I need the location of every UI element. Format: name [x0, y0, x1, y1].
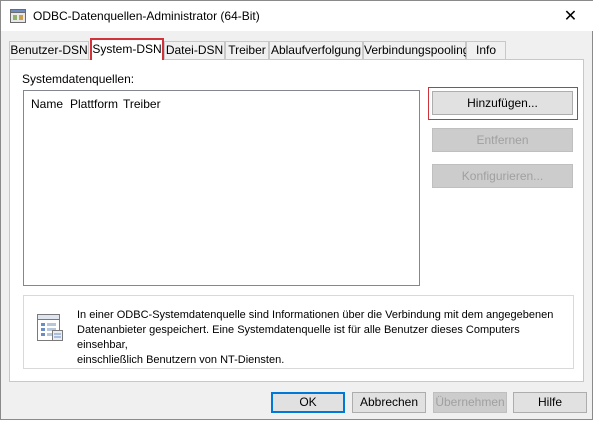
remove-button[interactable]: Entfernen — [432, 128, 573, 152]
cancel-button[interactable]: Abbrechen — [352, 392, 426, 413]
tab-datei-dsn[interactable]: Datei-DSN — [164, 41, 225, 59]
configure-button[interactable]: Konfigurieren... — [432, 164, 573, 188]
title-bar[interactable]: ODBC-Datenquellen-Administrator (64-Bit)… — [1, 1, 593, 31]
close-icon: ✕ — [563, 8, 578, 25]
database-document-icon — [37, 314, 63, 341]
column-header-treiber[interactable]: Treiber — [123, 97, 161, 111]
systemdatenquellen-label: Systemdatenquellen: — [22, 72, 135, 86]
info-line-2: Datenanbieter gespeichert. Eine Systemda… — [77, 324, 520, 351]
tab-ablaufverfolgung[interactable]: Ablaufverfolgung — [269, 41, 363, 59]
column-header-plattform[interactable]: Plattform — [70, 97, 118, 111]
column-header-name[interactable]: Name — [31, 97, 63, 111]
tab-info[interactable]: Info — [466, 41, 506, 59]
tab-treiber[interactable]: Treiber — [225, 41, 269, 59]
ok-button[interactable]: OK — [271, 392, 345, 413]
tab-verbindungspooling[interactable]: Verbindungspooling — [363, 41, 469, 59]
info-line-3: einschließlich Benutzern von NT-Diensten… — [77, 354, 285, 366]
odbc-admin-window: ODBC-Datenquellen-Administrator (64-Bit)… — [0, 0, 593, 420]
close-button[interactable]: ✕ — [548, 1, 593, 31]
add-button[interactable]: Hinzufügen... — [432, 91, 573, 115]
info-text: In einer ODBC-Systemdatenquelle sind Inf… — [77, 308, 567, 368]
tab-benutzer-dsn[interactable]: Benutzer-DSN — [9, 41, 89, 59]
tab-system-dsn[interactable]: System-DSN — [90, 38, 164, 60]
system-dsn-list[interactable]: Name Plattform Treiber — [23, 90, 420, 286]
odbc-admin-icon — [10, 9, 26, 23]
apply-button[interactable]: Übernehmen — [433, 392, 507, 413]
help-button[interactable]: Hilfe — [513, 392, 587, 413]
info-line-1: In einer ODBC-Systemdatenquelle sind Inf… — [77, 309, 554, 321]
window-title: ODBC-Datenquellen-Administrator (64-Bit) — [33, 9, 260, 23]
